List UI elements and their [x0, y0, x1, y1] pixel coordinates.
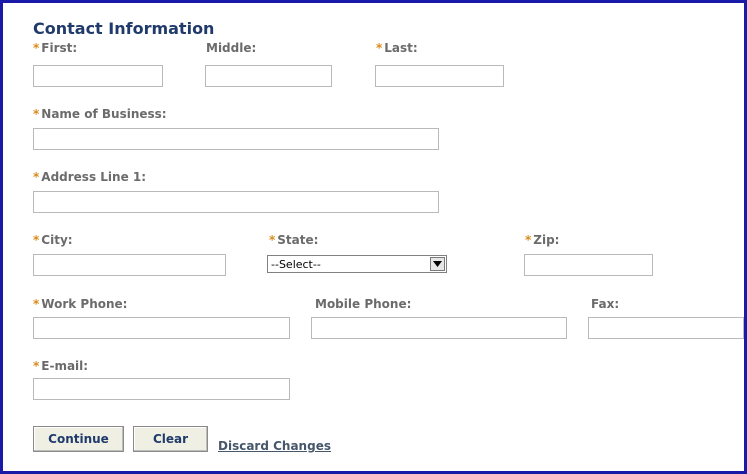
- required-marker: *: [33, 233, 40, 247]
- business-name-input[interactable]: [33, 128, 439, 150]
- required-marker: *: [525, 233, 532, 247]
- work-phone-label: * Work Phone:: [33, 297, 128, 311]
- address-line1-input[interactable]: [33, 191, 439, 213]
- mobile-phone-input[interactable]: [311, 317, 567, 339]
- middle-name-input[interactable]: [205, 65, 332, 87]
- middle-name-label: Middle:: [206, 41, 257, 55]
- first-name-input[interactable]: [33, 65, 163, 87]
- work-phone-input[interactable]: [33, 317, 290, 339]
- mobile-phone-label: Mobile Phone:: [315, 297, 412, 311]
- state-select-value: --Select--: [271, 257, 321, 271]
- clear-button[interactable]: Clear: [133, 426, 208, 452]
- fax-input[interactable]: [588, 317, 744, 339]
- fax-label: Fax:: [591, 297, 620, 311]
- last-name-input[interactable]: [375, 65, 504, 87]
- first-name-label: * First:: [33, 41, 78, 55]
- zip-input[interactable]: [524, 254, 653, 276]
- state-label: * State:: [269, 233, 319, 247]
- required-marker: *: [33, 170, 40, 184]
- required-marker: *: [376, 41, 383, 55]
- email-input[interactable]: [33, 378, 290, 400]
- required-marker: *: [33, 297, 40, 311]
- city-label: * City:: [33, 233, 73, 247]
- required-marker: *: [33, 359, 40, 373]
- city-input[interactable]: [33, 254, 226, 276]
- required-marker: *: [33, 107, 40, 121]
- address-line1-label: * Address Line 1:: [33, 170, 147, 184]
- business-name-label: * Name of Business:: [33, 107, 167, 121]
- last-name-label: * Last:: [376, 41, 418, 55]
- contact-form-panel: Contact Information * First: Middle: * Las…: [0, 0, 747, 474]
- zip-label: * Zip:: [525, 233, 560, 247]
- continue-button[interactable]: Continue: [33, 426, 124, 452]
- form-title: Contact Information: [33, 19, 215, 38]
- required-marker: *: [269, 233, 276, 247]
- state-select[interactable]: --Select--: [267, 255, 447, 273]
- discard-changes-link[interactable]: Discard Changes: [218, 439, 331, 453]
- chevron-down-icon[interactable]: [430, 257, 445, 271]
- required-marker: *: [33, 41, 40, 55]
- email-label: * E-mail:: [33, 359, 89, 373]
